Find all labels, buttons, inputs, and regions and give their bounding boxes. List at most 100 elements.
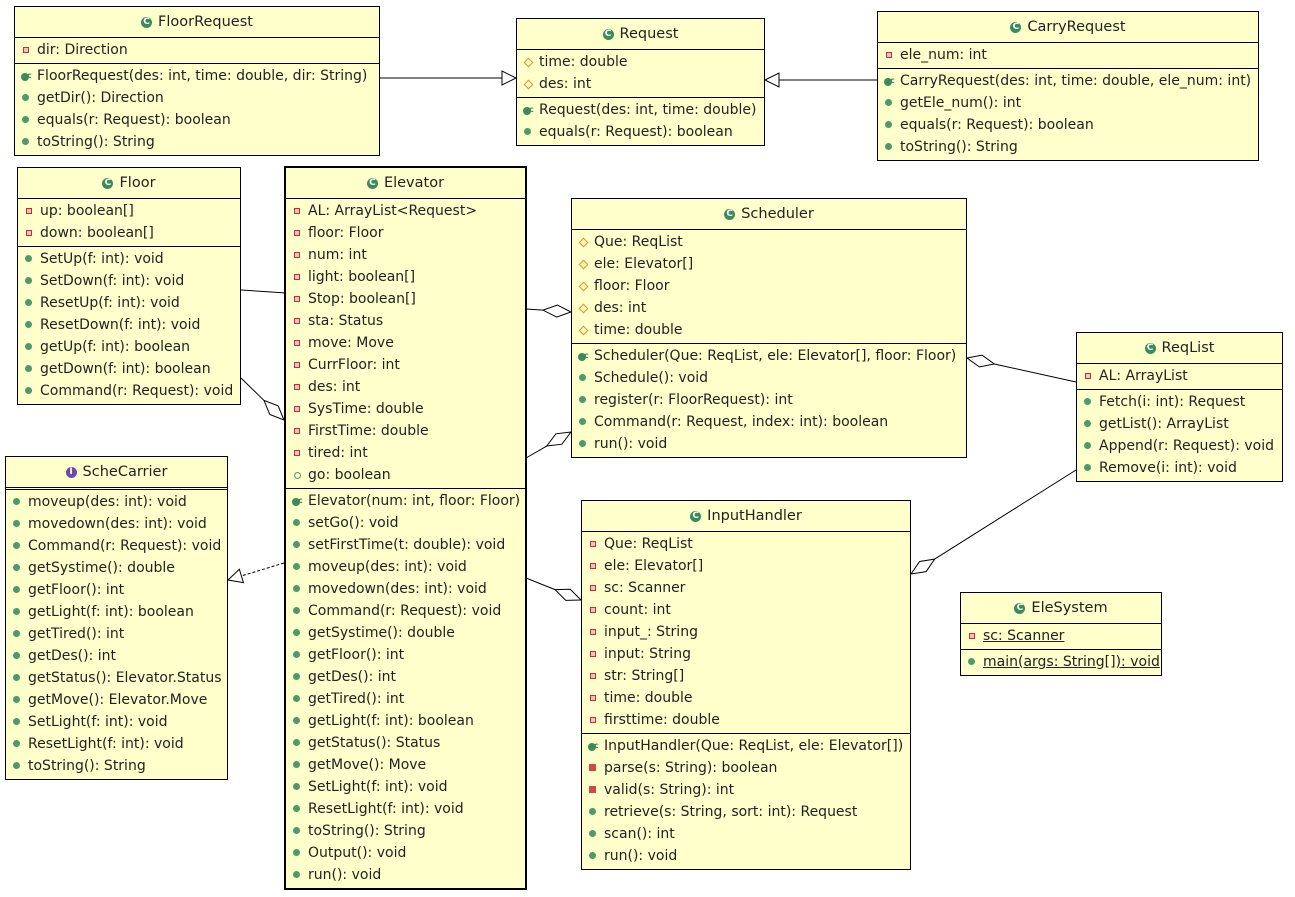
relation-aggregation[interactable] <box>965 354 1077 383</box>
method-row[interactable]: getEle_num(): int <box>878 92 1258 114</box>
method-row[interactable]: getFloor(): int <box>286 644 525 666</box>
method-row[interactable]: Fetch(i: int): Request <box>1077 391 1282 413</box>
method-row[interactable]: register(r: FloorRequest): int <box>572 389 966 411</box>
relation-aggregation[interactable] <box>909 469 1077 575</box>
attribute-row[interactable]: sc: Scanner <box>582 577 910 599</box>
method-row[interactable]: Elevator(num: int, floor: Floor) <box>286 490 525 512</box>
attribute-row[interactable]: tired: int <box>286 442 525 464</box>
attribute-row[interactable]: CurrFloor: int <box>286 354 525 376</box>
method-row[interactable]: movedown(des: int): void <box>286 578 525 600</box>
method-row[interactable]: equals(r: Request): boolean <box>878 114 1258 136</box>
class-floorrequest[interactable]: C FloorRequest dir: Direction FloorRequest(… <box>14 6 380 156</box>
class-elesystem[interactable]: C EleSystem sc: Scanner main(args: String[]… <box>960 592 1162 676</box>
method-row[interactable]: setGo(): void <box>286 512 525 534</box>
relation-aggregation[interactable] <box>525 431 573 459</box>
method-row[interactable]: toString(): String <box>286 820 525 842</box>
attribute-row[interactable]: SysTime: double <box>286 398 525 420</box>
method-row[interactable]: SetUp(f: int): void <box>18 248 240 270</box>
method-row[interactable]: getList(): ArrayList <box>1077 413 1282 435</box>
method-row[interactable]: ResetUp(f: int): void <box>18 292 240 314</box>
class-elevator[interactable]: C Elevator AL: ArrayList<Request> floor: Fl… <box>284 166 527 890</box>
attribute-row[interactable]: des: int <box>572 297 966 319</box>
attribute-row[interactable]: des: int <box>517 73 764 95</box>
method-row[interactable]: getTired(): int <box>6 623 227 645</box>
method-row[interactable]: Command(r: Request, index: int): boolean <box>572 411 966 433</box>
method-row[interactable]: getLight(f: int): boolean <box>286 710 525 732</box>
relation-generalization[interactable] <box>380 70 518 86</box>
class-floor[interactable]: C Floor up: boolean[] down: boolean[] SetUp(… <box>17 167 241 405</box>
method-row[interactable]: getFloor(): int <box>6 579 227 601</box>
method-row[interactable]: main(args: String[]): void <box>961 651 1161 673</box>
attribute-row[interactable]: firsttime: double <box>582 709 910 731</box>
method-row[interactable]: getMove(): Move <box>286 754 525 776</box>
method-row[interactable]: getUp(f: int): boolean <box>18 336 240 358</box>
method-row[interactable]: moveup(des: int): void <box>6 491 227 513</box>
attribute-row[interactable]: time: double <box>517 51 764 73</box>
method-row[interactable]: equals(r: Request): boolean <box>517 121 764 143</box>
method-row[interactable]: FloorRequest(des: int, time: double, dir… <box>15 65 379 87</box>
attribute-row[interactable]: up: boolean[] <box>18 200 240 222</box>
method-row[interactable]: valid(s: String): int <box>582 779 910 801</box>
method-row[interactable]: getDown(f: int): boolean <box>18 358 240 380</box>
attribute-row[interactable]: move: Move <box>286 332 525 354</box>
attribute-row[interactable]: time: double <box>572 319 966 341</box>
attribute-row[interactable]: light: boolean[] <box>286 266 525 288</box>
method-row[interactable]: SetLight(f: int): void <box>286 776 525 798</box>
attribute-row[interactable]: num: int <box>286 244 525 266</box>
method-row[interactable]: SetDown(f: int): void <box>18 270 240 292</box>
method-row[interactable]: Remove(i: int): void <box>1077 457 1282 479</box>
method-row[interactable]: scan(): int <box>582 823 910 845</box>
attribute-row[interactable]: sta: Status <box>286 310 525 332</box>
method-row[interactable]: CarryRequest(des: int, time: double, ele… <box>878 70 1258 92</box>
attribute-row[interactable]: Que: ReqList <box>582 533 910 555</box>
method-row[interactable]: Output(): void <box>286 842 525 864</box>
method-row[interactable]: toString(): String <box>878 136 1258 158</box>
method-row[interactable]: Schedule(): void <box>572 367 966 389</box>
method-row[interactable]: toString(): String <box>6 755 227 777</box>
method-row[interactable]: Command(r: Request): void <box>286 600 525 622</box>
attribute-row[interactable]: sc: Scanner <box>961 625 1161 647</box>
method-row[interactable]: setFirstTime(t: double): void <box>286 534 525 556</box>
method-row[interactable]: Command(r: Request): void <box>18 380 240 402</box>
attribute-row[interactable]: FirstTime: double <box>286 420 525 442</box>
class-schecarrier[interactable]: I ScheCarrier moveup(des: int): void movedo… <box>5 456 228 780</box>
attribute-row[interactable]: ele: Elevator[] <box>582 555 910 577</box>
method-row[interactable]: Scheduler(Que: ReqList, ele: Elevator[],… <box>572 345 966 367</box>
attribute-row[interactable]: down: boolean[] <box>18 222 240 244</box>
attribute-row[interactable]: time: double <box>582 687 910 709</box>
method-row[interactable]: getDir(): Direction <box>15 87 379 109</box>
attribute-row[interactable]: floor: Floor <box>286 222 525 244</box>
attribute-row[interactable]: Que: ReqList <box>572 231 966 253</box>
relation-generalization[interactable] <box>763 72 877 88</box>
method-row[interactable]: ResetLight(f: int): void <box>6 733 227 755</box>
method-row[interactable]: Request(des: int, time: double) <box>517 99 764 121</box>
attribute-row[interactable]: ele: Elevator[] <box>572 253 966 275</box>
method-row[interactable]: ResetLight(f: int): void <box>286 798 525 820</box>
method-row[interactable]: run(): void <box>572 433 966 455</box>
method-row[interactable]: SetLight(f: int): void <box>6 711 227 733</box>
class-carryrequest[interactable]: C CarryRequest ele_num: int CarryRequest(de… <box>877 11 1259 161</box>
class-reqlist[interactable]: C ReqList AL: ArrayList Fetch(i: int): Requ… <box>1076 332 1283 482</box>
attribute-row[interactable]: AL: ArrayList <box>1077 365 1282 387</box>
method-row[interactable]: getTired(): int <box>286 688 525 710</box>
attribute-row[interactable]: count: int <box>582 599 910 621</box>
method-row[interactable]: InputHandler(Que: ReqList, ele: Elevator… <box>582 735 910 757</box>
attribute-row[interactable]: input: String <box>582 643 910 665</box>
method-row[interactable]: getStatus(): Status <box>286 732 525 754</box>
method-row[interactable]: run(): void <box>286 864 525 886</box>
method-row[interactable]: Append(r: Request): void <box>1077 435 1282 457</box>
relation-aggregation[interactable] <box>240 377 285 421</box>
attribute-row[interactable]: floor: Floor <box>572 275 966 297</box>
method-row[interactable]: getSystime(): double <box>286 622 525 644</box>
class-request[interactable]: C Request time: double des: int Request(des:… <box>516 18 765 146</box>
method-row[interactable]: getSystime(): double <box>6 557 227 579</box>
method-row[interactable]: getDes(): int <box>6 645 227 667</box>
method-row[interactable]: retrieve(s: String, sort: int): Request <box>582 801 910 823</box>
relation-aggregation[interactable] <box>525 577 583 601</box>
method-row[interactable]: toString(): String <box>15 131 379 153</box>
attribute-row[interactable]: ele_num: int <box>878 44 1258 66</box>
class-inputhandler[interactable]: C InputHandler Que: ReqList ele: Elevator[]… <box>581 500 911 870</box>
method-row[interactable]: equals(r: Request): boolean <box>15 109 379 131</box>
method-row[interactable]: movedown(des: int): void <box>6 513 227 535</box>
method-row[interactable]: Command(r: Request): void <box>6 535 227 557</box>
